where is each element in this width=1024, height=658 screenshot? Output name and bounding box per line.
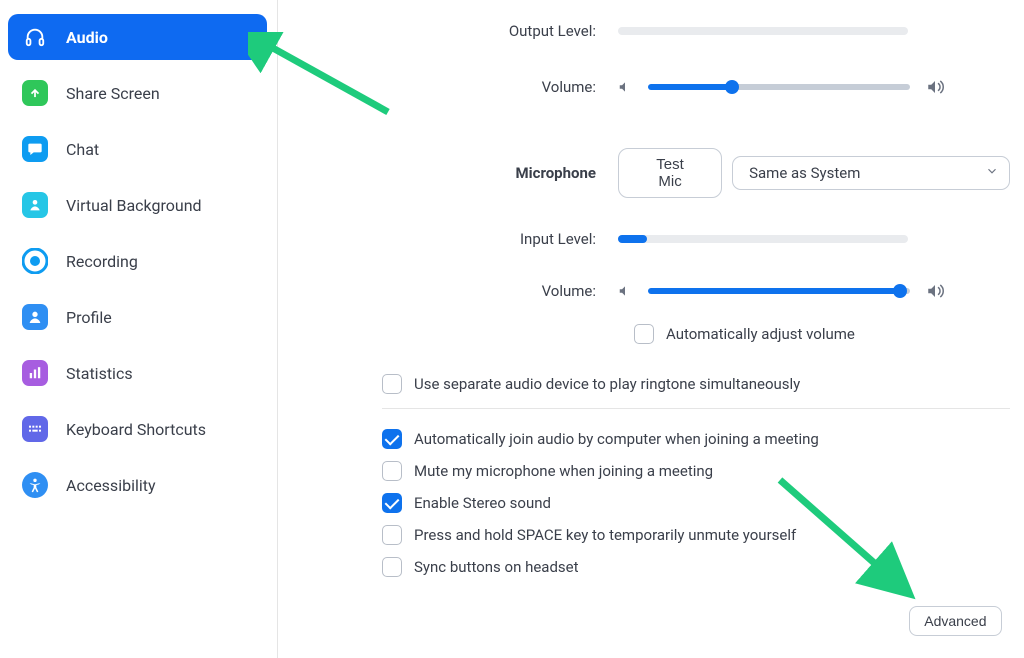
sidebar-item-label: Recording <box>66 252 138 271</box>
sync-headset-label: Sync buttons on headset <box>414 558 579 576</box>
sidebar-item-label: Chat <box>66 140 99 159</box>
mute-on-join-label: Mute my microphone when joining a meetin… <box>414 462 713 480</box>
sidebar-item-label: Statistics <box>66 364 133 383</box>
output-level-label: Output Level: <box>298 22 618 40</box>
space-unmute-checkbox[interactable] <box>382 525 402 545</box>
input-level-label: Input Level: <box>298 230 618 248</box>
sidebar-item-label: Keyboard Shortcuts <box>66 420 206 439</box>
chevron-down-icon <box>985 164 999 182</box>
sync-headset-checkbox[interactable] <box>382 557 402 577</box>
auto-adjust-volume-checkbox[interactable] <box>634 324 654 344</box>
sidebar: Audio Share Screen Chat Virtual Backgrou… <box>0 0 278 658</box>
chat-icon <box>22 136 48 162</box>
test-mic-button[interactable]: Test Mic <box>618 148 722 198</box>
statistics-icon <box>22 360 48 386</box>
separate-ringtone-checkbox[interactable] <box>382 374 402 394</box>
advanced-button[interactable]: Advanced <box>909 606 1001 636</box>
profile-icon <box>22 304 48 330</box>
sidebar-item-keyboard-shortcuts[interactable]: Keyboard Shortcuts <box>8 406 267 452</box>
sidebar-item-label: Virtual Background <box>66 196 202 215</box>
sidebar-item-audio[interactable]: Audio <box>8 14 267 60</box>
sidebar-item-label: Profile <box>66 308 112 327</box>
volume-low-icon <box>618 284 632 298</box>
auto-adjust-volume-label: Automatically adjust volume <box>666 325 855 343</box>
recording-icon <box>22 248 48 274</box>
sidebar-item-chat[interactable]: Chat <box>8 126 267 172</box>
speaker-volume-label: Volume: <box>298 78 618 96</box>
sidebar-item-label: Share Screen <box>66 84 160 103</box>
speaker-volume-slider[interactable] <box>648 84 910 90</box>
auto-join-audio-checkbox[interactable] <box>382 429 402 449</box>
microphone-device-value: Same as System <box>749 164 860 182</box>
sidebar-item-recording[interactable]: Recording <box>8 238 267 284</box>
mic-volume-slider[interactable] <box>648 288 910 294</box>
mic-volume-label: Volume: <box>298 282 618 300</box>
sidebar-item-accessibility[interactable]: Accessibility <box>8 462 267 508</box>
output-level-meter <box>618 27 908 35</box>
sidebar-item-statistics[interactable]: Statistics <box>8 350 267 396</box>
mute-on-join-checkbox[interactable] <box>382 461 402 481</box>
sidebar-item-share-screen[interactable]: Share Screen <box>8 70 267 116</box>
microphone-section-label: Microphone <box>298 164 618 182</box>
separate-ringtone-label: Use separate audio device to play ringto… <box>414 375 800 393</box>
sidebar-item-label: Accessibility <box>66 476 156 495</box>
sidebar-item-profile[interactable]: Profile <box>8 294 267 340</box>
keyboard-icon <box>22 416 48 442</box>
input-level-meter <box>618 235 908 243</box>
auto-join-audio-label: Automatically join audio by computer whe… <box>414 430 819 448</box>
share-screen-icon <box>22 80 48 106</box>
space-unmute-label: Press and hold SPACE key to temporarily … <box>414 526 796 544</box>
microphone-device-select[interactable]: Same as System <box>732 156 1009 190</box>
main-panel: Output Level: Volume: <box>278 0 1024 658</box>
accessibility-icon <box>22 472 48 498</box>
headphones-icon <box>22 24 48 50</box>
volume-high-icon <box>926 78 944 96</box>
enable-stereo-checkbox[interactable] <box>382 493 402 513</box>
volume-low-icon <box>618 80 632 94</box>
divider <box>382 408 1010 409</box>
virtual-background-icon <box>22 192 48 218</box>
sidebar-item-label: Audio <box>66 28 108 47</box>
volume-high-icon <box>926 282 944 300</box>
sidebar-item-virtual-background[interactable]: Virtual Background <box>8 182 267 228</box>
enable-stereo-label: Enable Stereo sound <box>414 494 551 512</box>
